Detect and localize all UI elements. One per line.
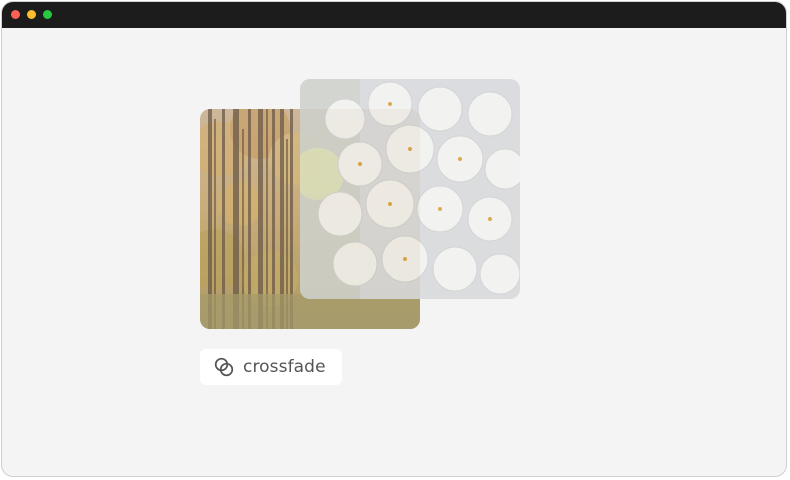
title-bar: [2, 2, 786, 28]
canvas: crossfade: [2, 28, 786, 476]
crossfade-icon: [214, 357, 234, 377]
minimize-button[interactable]: [27, 10, 36, 19]
app-window: crossfade: [1, 1, 787, 477]
zoom-button[interactable]: [43, 10, 52, 19]
crossfade-label: crossfade: [243, 357, 326, 377]
crossfade-button[interactable]: crossfade: [200, 349, 342, 385]
lilac-image: [300, 79, 520, 299]
close-button[interactable]: [11, 10, 20, 19]
